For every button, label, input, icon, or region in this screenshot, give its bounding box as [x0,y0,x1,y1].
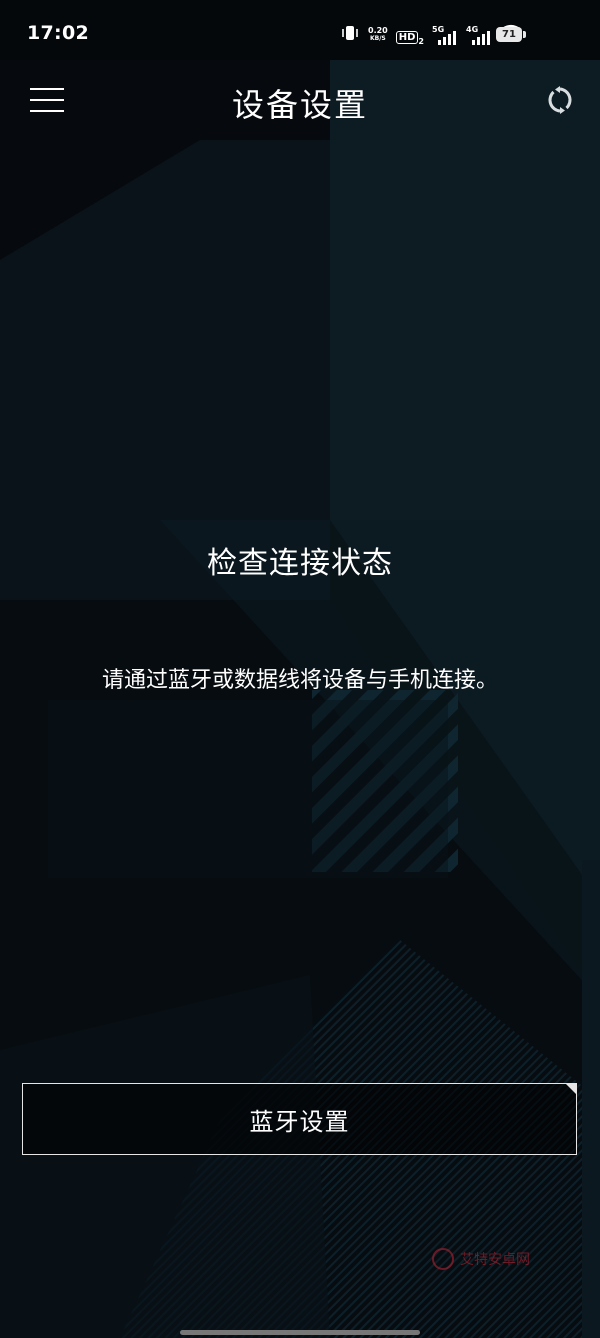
page-title: 设备设置 [231,86,368,124]
signal-4g-icon: 4G [466,25,492,45]
status-time: 17:02 [27,22,89,44]
hd-sub-text: 2 [418,36,424,46]
bluetooth-settings-button[interactable]: 蓝牙设置 [22,1083,577,1155]
refresh-icon[interactable] [546,86,574,114]
watermark-logo-icon [432,1248,454,1270]
hd-voice-icon: HD 2 [395,25,424,46]
connection-status-heading: 检查连接状态 [207,546,393,581]
watermark-text: 艾特安卓网 [460,1252,530,1268]
vibrate-icon [340,24,360,46]
net-speed-value: 0.20 [368,26,388,35]
battery-icon: 71 [496,27,526,42]
net-speed-unit: KB/S [370,35,386,42]
signal-5g-icon: 5G [432,25,458,45]
hd-badge-text: HD [395,30,419,44]
network-speed-indicator: 0.20 KB/S [368,27,388,43]
watermark: 艾特安卓网 [432,1248,530,1270]
home-indicator[interactable] [180,1330,420,1335]
connection-instruction-text: 请通过蓝牙或数据线将设备与手机连接。 [101,668,498,693]
status-bar: 17:02 0.20 KB/S HD 2 5G 4G 71 [0,0,600,70]
status-icons: 0.20 KB/S HD 2 5G 4G [340,24,522,46]
button-corner-accent [565,1083,577,1095]
bluetooth-settings-label: 蓝牙设置 [249,1108,350,1136]
app-header: 设备设置 [0,70,600,130]
battery-level: 71 [502,29,516,40]
